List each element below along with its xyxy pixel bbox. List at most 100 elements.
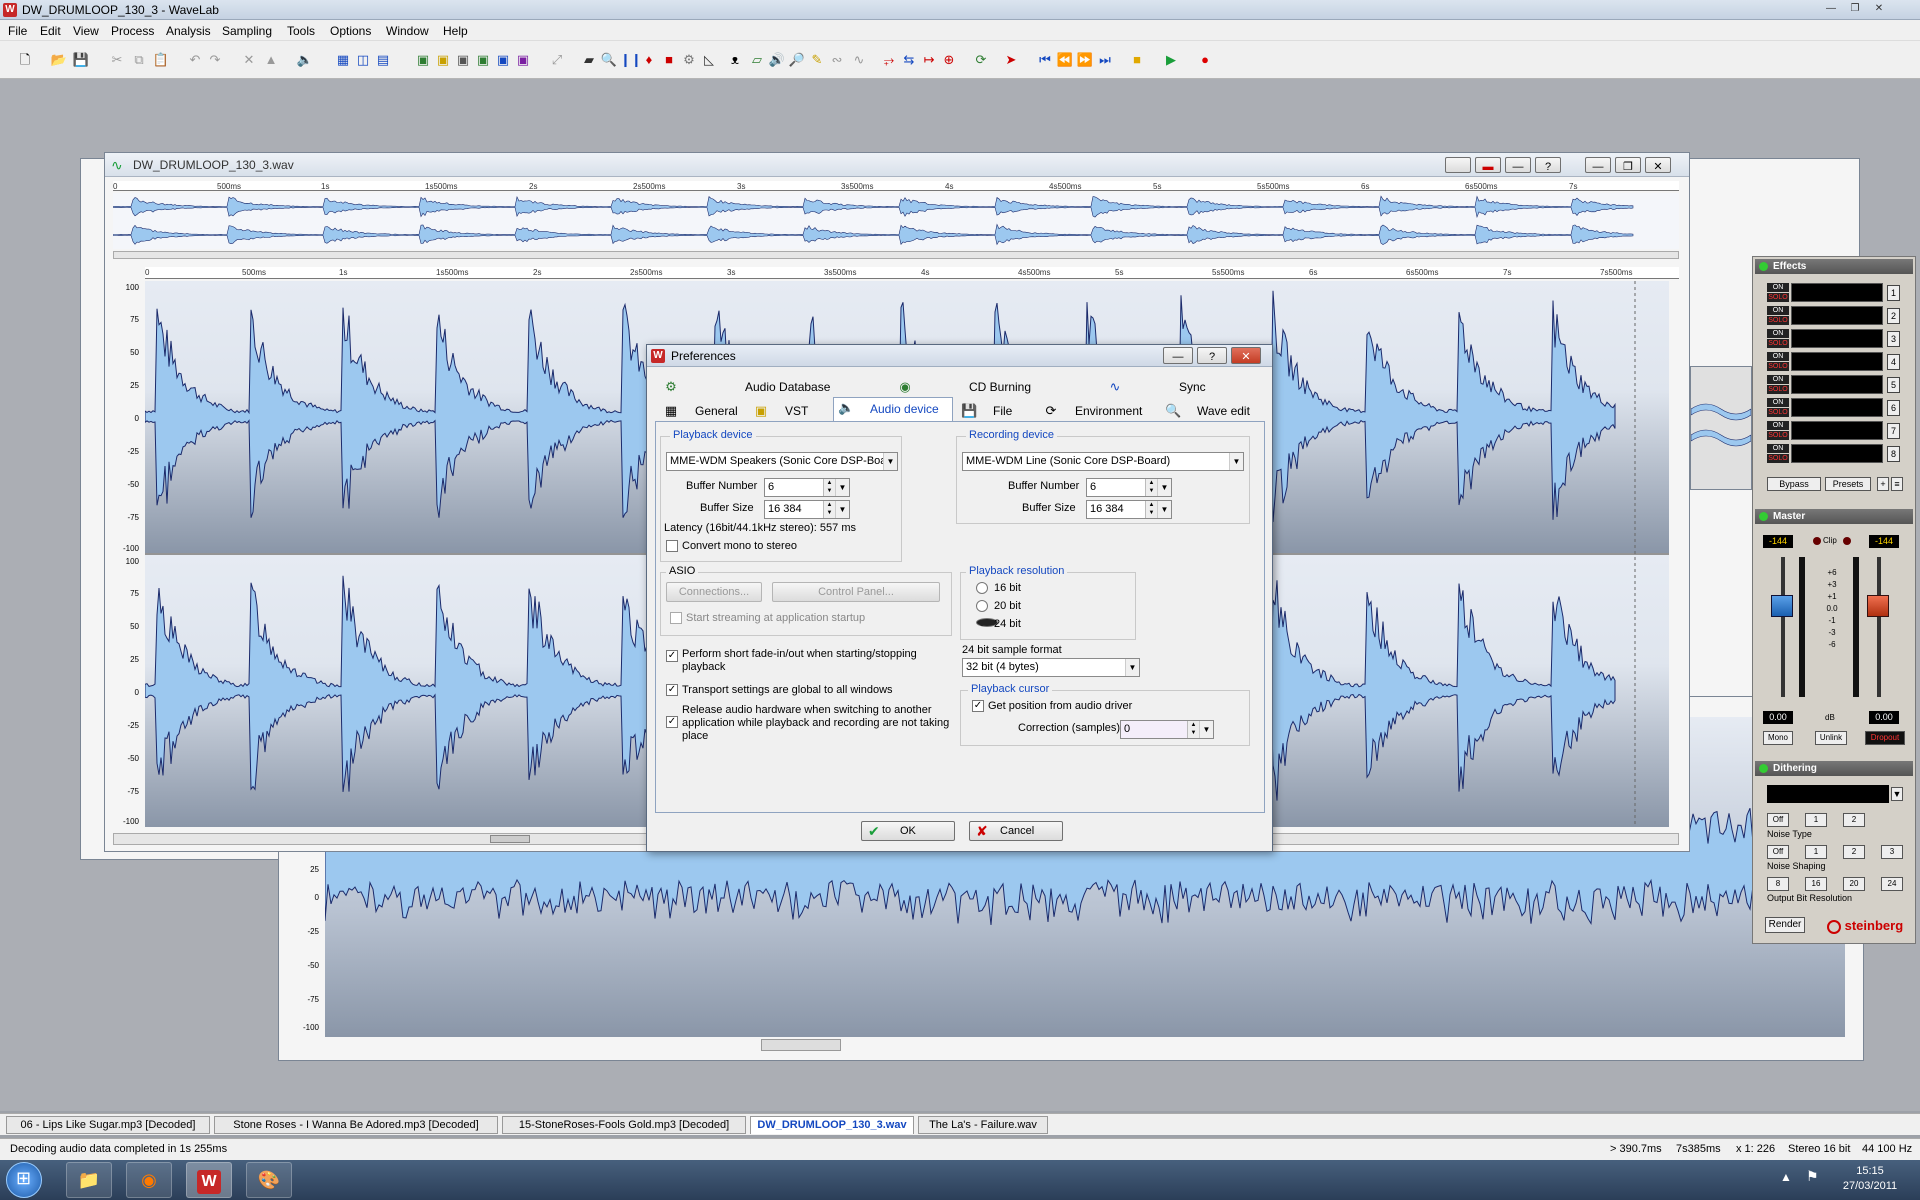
fade-checkbox[interactable]: ✓ xyxy=(666,650,678,662)
minimize-icon[interactable]: — xyxy=(1820,2,1842,17)
bit-res-16[interactable]: 16 xyxy=(1805,877,1827,891)
dialog-help-button[interactable]: ? xyxy=(1197,347,1227,364)
paste-icon[interactable]: 📋 xyxy=(152,51,170,69)
phase-icon[interactable]: ▣ xyxy=(454,51,472,69)
correction-field[interactable]: 0 ▲ ▼ ▼ xyxy=(1120,720,1214,739)
menu-help[interactable]: Help xyxy=(443,24,468,38)
effect-slot[interactable]: ON SOLO 1 xyxy=(1767,283,1901,303)
goto-end-icon[interactable]: ⏭ xyxy=(1096,51,1114,69)
sample-format-select[interactable]: 32 bit (4 bytes) ▼ xyxy=(962,658,1140,677)
right-fader-knob[interactable] xyxy=(1867,595,1889,617)
stop-icon[interactable]: ■ xyxy=(1128,51,1146,69)
tile-windows-icon[interactable]: ▦ xyxy=(334,51,352,69)
menu-analysis[interactable]: Analysis xyxy=(166,24,211,38)
dialog-close-button[interactable]: ✕ xyxy=(1231,347,1261,364)
marker-region-icon[interactable]: ■ xyxy=(660,51,678,69)
help-button[interactable]: ? xyxy=(1535,157,1561,173)
radio-16bit[interactable] xyxy=(976,582,988,594)
convert-mono-checkbox[interactable] xyxy=(666,540,678,552)
cascade-windows-icon[interactable]: ◫ xyxy=(354,51,372,69)
arrange-windows-icon[interactable]: ▤ xyxy=(374,51,392,69)
effect-slot[interactable]: ON SOLO 3 xyxy=(1767,329,1901,349)
playback-device-select[interactable]: MME-WDM Speakers (Sonic Core DSP-Board) ▼ xyxy=(666,452,898,471)
start-button[interactable]: ⊞ xyxy=(6,1162,42,1198)
noise-type-off[interactable]: Off xyxy=(1767,813,1789,827)
bypass-button[interactable]: Bypass xyxy=(1767,477,1821,491)
tab-audio-device[interactable]: 🔈 Audio device xyxy=(833,397,953,421)
doc-tab-active[interactable]: DW_DRUMLOOP_130_3.wav xyxy=(750,1116,914,1134)
marker-add-icon[interactable]: ♦ xyxy=(640,51,658,69)
left-fader-knob[interactable] xyxy=(1771,595,1793,617)
view-toggle-button[interactable] xyxy=(1445,157,1471,173)
zoom-tool-icon[interactable]: 🔍 xyxy=(600,51,618,69)
doc-tab[interactable]: The La's - Failure.wav xyxy=(918,1116,1048,1134)
loop-icon[interactable]: ⟳ xyxy=(972,51,990,69)
horizontal-scrollbar[interactable] xyxy=(761,1039,841,1051)
effect-slot[interactable]: ON SOLO 2 xyxy=(1767,306,1901,326)
presets-button[interactable]: Presets xyxy=(1825,477,1871,491)
spin-arrows-icon[interactable]: ▲ ▼ xyxy=(823,501,835,518)
curve-icon[interactable]: ∿ xyxy=(850,51,868,69)
record-icon[interactable]: ● xyxy=(1196,51,1214,69)
text-cursor-icon[interactable]: ᴥ xyxy=(726,51,744,69)
select-tool-icon[interactable]: ▱ xyxy=(748,51,766,69)
magnify-icon[interactable]: 🔎 xyxy=(788,51,806,69)
effect-slot[interactable]: ON SOLO 7 xyxy=(1767,421,1901,441)
rewind-icon[interactable]: ⏪ xyxy=(1056,51,1074,69)
window-restore-icon[interactable]: ❐ xyxy=(1615,157,1641,173)
doc-tab[interactable]: 15-StoneRoses-Fools Gold.mp3 [Decoded] xyxy=(502,1116,746,1134)
overview-scrollbar[interactable] xyxy=(113,251,1679,259)
recording-buffer-number-field[interactable]: 6 ▲ ▼ ▼ xyxy=(1086,478,1172,497)
tray-arrow-icon[interactable]: ▲ xyxy=(1780,1170,1792,1184)
tab-environment[interactable]: ⟳ Environment xyxy=(1039,401,1157,421)
forward-icon[interactable]: ⏩ xyxy=(1076,51,1094,69)
effect-slot[interactable]: ON SOLO 4 xyxy=(1767,352,1901,372)
clock[interactable]: 15:15 27/03/2011 xyxy=(1840,1164,1900,1194)
explorer-taskbar-icon[interactable]: 📁 xyxy=(66,1162,112,1198)
tab-audio-database[interactable]: ⚙ Audio Database xyxy=(659,377,839,397)
undo-icon[interactable]: ↶ xyxy=(186,51,204,69)
menu-view[interactable]: View xyxy=(73,24,99,38)
marker-center-icon[interactable]: ⊕ xyxy=(940,51,958,69)
menu-options[interactable]: Options xyxy=(330,24,371,38)
goto-start-icon[interactable]: ⏮ xyxy=(1036,51,1054,69)
copy-icon[interactable]: ⧉ xyxy=(130,51,148,69)
noise-shaping-3[interactable]: 3 xyxy=(1881,845,1903,859)
menu-sampling[interactable]: Sampling xyxy=(222,24,272,38)
spin-arrows-icon[interactable]: ▲ ▼ xyxy=(823,479,835,496)
spin-arrows-icon[interactable]: ▲ ▼ xyxy=(1145,479,1157,496)
doc-tab[interactable]: Stone Roses - I Wanna Be Adored.mp3 [Dec… xyxy=(214,1116,498,1134)
mono-button[interactable]: Mono xyxy=(1763,731,1793,745)
save-icon[interactable]: 💾 xyxy=(72,51,90,69)
goto-start-marker-icon[interactable]: ⥅ xyxy=(880,51,898,69)
tab-file[interactable]: 💾 File xyxy=(957,401,1035,421)
menu-tools[interactable]: Tools xyxy=(287,24,315,38)
transport-checkbox[interactable]: ✓ xyxy=(666,684,678,696)
open-folder-icon[interactable]: 📂 xyxy=(50,51,68,69)
trim-icon[interactable]: ▲ xyxy=(262,51,280,69)
noise-type-1[interactable]: 1 xyxy=(1805,813,1827,827)
redo-icon[interactable]: ↷ xyxy=(206,51,224,69)
move-marker-icon[interactable]: ⇆ xyxy=(900,51,918,69)
record-marker-button[interactable]: ▬ xyxy=(1475,157,1501,173)
settings-gear-icon[interactable]: ⚙ xyxy=(680,51,698,69)
radio-20bit[interactable] xyxy=(976,600,988,612)
crossfade-icon[interactable]: ◺ xyxy=(700,51,718,69)
cut-icon[interactable]: ✂ xyxy=(108,51,126,69)
play-icon[interactable]: ▶ xyxy=(1162,51,1180,69)
bit-res-8[interactable]: 8 xyxy=(1767,877,1789,891)
markers-icon[interactable]: ❙❙ xyxy=(620,51,642,69)
tab-general[interactable]: ▦ General xyxy=(659,401,745,421)
recording-device-select[interactable]: MME-WDM Line (Sonic Core DSP-Board) ▼ xyxy=(962,452,1244,471)
doc-tab[interactable]: 06 - Lips Like Sugar.mp3 [Decoded] xyxy=(6,1116,210,1134)
connections-button[interactable]: Connections... xyxy=(666,582,762,602)
effect-slot[interactable]: ON SOLO 6 xyxy=(1767,398,1901,418)
release-checkbox[interactable]: ✓ xyxy=(666,716,678,728)
zoom-fit-icon[interactable]: ⤢ xyxy=(548,51,566,69)
pencil-icon[interactable]: ✎ xyxy=(808,51,826,69)
bit-res-24[interactable]: 24 xyxy=(1881,877,1903,891)
list-effect-icon[interactable]: ≡ xyxy=(1891,477,1903,491)
scroll-thumb[interactable] xyxy=(490,835,530,843)
tab-wave-edit[interactable]: 🔍 Wave edit xyxy=(1161,401,1267,421)
add-effect-icon[interactable]: + xyxy=(1877,477,1889,491)
